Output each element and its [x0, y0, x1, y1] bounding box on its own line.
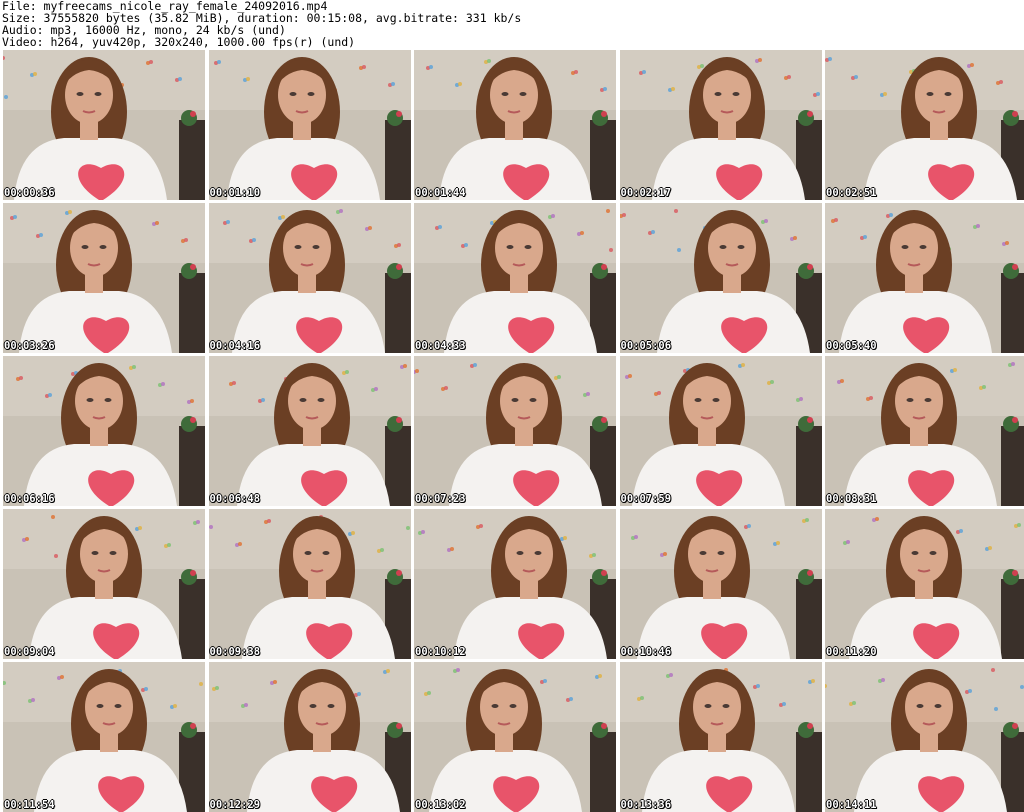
- timestamp-label: 00:01:44: [415, 187, 466, 199]
- thumbnail-frame: [3, 662, 205, 812]
- timestamp-label: 00:06:16: [4, 493, 55, 505]
- thumbnail-frame: [414, 50, 616, 200]
- thumbnail-frame: [414, 203, 616, 353]
- thumbnail-frame: [619, 203, 822, 353]
- thumbnail-frame: [208, 662, 411, 812]
- video-thumbnail: 00:11:20: [825, 509, 1024, 659]
- thumbnail-frame: [825, 50, 1024, 200]
- video-thumbnail: 00:01:44: [414, 50, 616, 200]
- video-thumbnail: 00:13:36: [619, 662, 822, 812]
- thumbnail-frame: [619, 662, 822, 812]
- video-thumbnail: 00:06:16: [3, 356, 205, 506]
- thumbnail-frame: [414, 509, 616, 659]
- thumbnail-frame: [208, 203, 411, 353]
- thumbnail-frame: [208, 356, 411, 506]
- video-thumbnail: 00:12:29: [208, 662, 411, 812]
- video-thumbnail: 00:13:02: [414, 662, 616, 812]
- timestamp-label: 00:03:26: [4, 340, 55, 352]
- timestamp-label: 00:00:36: [4, 187, 55, 199]
- thumbnail-frame: [619, 50, 822, 200]
- thumbnail-frame: [825, 509, 1024, 659]
- thumbnail-frame: [208, 50, 411, 200]
- video-thumbnail: 00:02:51: [825, 50, 1024, 200]
- video-info-line: Video: h264, yuv420p, 320x240, 1000.00 f…: [2, 35, 356, 49]
- video-thumbnail: 00:06:48: [208, 356, 411, 506]
- timestamp-label: 00:09:04: [4, 646, 55, 658]
- timestamp-label: 00:12:29: [209, 799, 261, 811]
- thumbnail-frame: [619, 356, 822, 506]
- video-thumbnail: 00:11:54: [3, 662, 205, 812]
- video-thumbnail: 00:00:36: [3, 50, 205, 200]
- timestamp-label: 00:07:59: [620, 493, 672, 505]
- thumbnail-frame: [3, 509, 205, 659]
- video-thumbnail: 00:08:31: [825, 356, 1024, 506]
- timestamp-label: 00:07:23: [415, 493, 466, 505]
- thumbnail-grid: 00:00:36 00:01:10 00:01:44 00:02:17 00:02:51…: [0, 50, 1024, 812]
- thumbnail-frame: [414, 662, 616, 812]
- video-thumbnail: 00:04:16: [208, 203, 411, 353]
- thumbnail-frame: [825, 203, 1024, 353]
- timestamp-label: 00:01:10: [209, 187, 261, 199]
- thumbnail-frame: [414, 356, 616, 506]
- video-thumbnail: 00:14:11: [825, 662, 1024, 812]
- thumbnail-frame: [3, 203, 205, 353]
- timestamp-label: 00:13:36: [620, 799, 672, 811]
- video-thumbnail: 00:05:06: [619, 203, 822, 353]
- timestamp-label: 00:04:33: [415, 340, 466, 352]
- thumbnail-frame: [208, 509, 411, 659]
- video-thumbnail: 00:05:40: [825, 203, 1024, 353]
- timestamp-label: 00:11:54: [4, 799, 55, 811]
- video-thumbnail: 00:02:17: [619, 50, 822, 200]
- timestamp-label: 00:02:17: [620, 187, 672, 199]
- timestamp-label: 00:11:20: [826, 646, 877, 658]
- video-thumbnail: 00:07:59: [619, 356, 822, 506]
- thumbnail-frame: [825, 662, 1024, 812]
- timestamp-label: 00:06:48: [209, 493, 261, 505]
- video-thumbnail: 00:10:12: [414, 509, 616, 659]
- thumbnail-frame: [3, 356, 205, 506]
- file-info-header: File: myfreecams_nicole_ray_female_24092…: [2, 0, 1022, 48]
- video-thumbnail: 00:01:10: [208, 50, 411, 200]
- timestamp-label: 00:09:38: [209, 646, 261, 658]
- video-thumbnail: 00:10:46: [619, 509, 822, 659]
- timestamp-label: 00:10:46: [620, 646, 672, 658]
- thumbnail-frame: [619, 509, 822, 659]
- timestamp-label: 00:04:16: [209, 340, 261, 352]
- timestamp-label: 00:05:06: [620, 340, 672, 352]
- thumbnail-frame: [3, 50, 205, 200]
- timestamp-label: 00:13:02: [415, 799, 466, 811]
- thumbnail-frame: [825, 356, 1024, 506]
- timestamp-label: 00:14:11: [826, 799, 877, 811]
- video-thumbnail: 00:09:38: [208, 509, 411, 659]
- timestamp-label: 00:02:51: [826, 187, 877, 199]
- video-thumbnail: 00:03:26: [3, 203, 205, 353]
- video-thumbnail: 00:09:04: [3, 509, 205, 659]
- timestamp-label: 00:05:40: [826, 340, 877, 352]
- timestamp-label: 00:08:31: [826, 493, 877, 505]
- timestamp-label: 00:10:12: [415, 646, 466, 658]
- video-thumbnail: 00:07:23: [414, 356, 616, 506]
- video-thumbnail: 00:04:33: [414, 203, 616, 353]
